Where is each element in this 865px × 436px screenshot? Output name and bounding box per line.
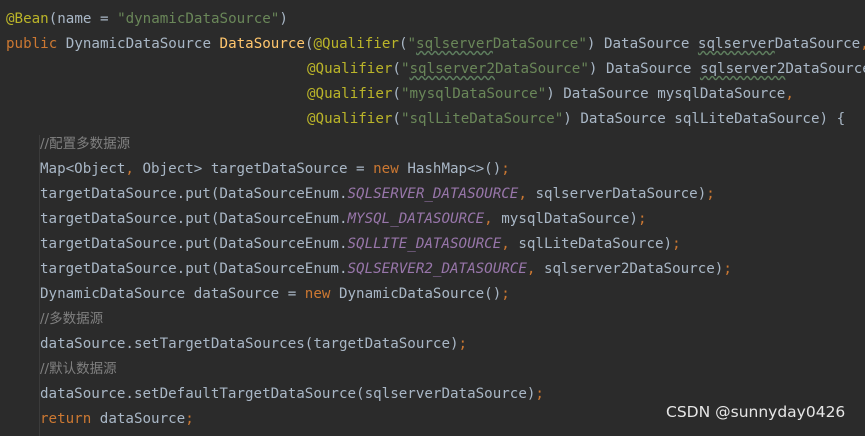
code-token: ,: [526, 261, 544, 277]
code-token: ;: [458, 336, 468, 352]
code-token: DataSource: [774, 36, 861, 52]
code-token: targetDataSource.put(DataSourceEnum.: [40, 186, 348, 202]
code-line-13[interactable]: //多数据源: [40, 307, 103, 332]
code-line-3[interactable]: @Qualifier(" sqlserver2 DataSource") DataS…: [307, 57, 865, 82]
code-line-12[interactable]: DynamicDataSource dataSource = new Dynam…: [40, 282, 510, 307]
code-token: targetDataSource.put(DataSourceEnum.: [40, 211, 348, 227]
code-token: SQLSERVER2_DATASOURCE: [347, 261, 527, 277]
code-token: ,: [518, 186, 536, 202]
code-token: ,: [860, 32, 865, 57]
watermark-text: CSDN @sunnyday0426: [666, 403, 846, 421]
code-token: sqlserver2: [409, 61, 495, 77]
code-token: ,: [501, 236, 519, 252]
code-token: sqlserver2: [699, 61, 786, 77]
code-line-1[interactable]: @Bean (name = "dynamicDataSource"): [6, 7, 288, 32]
code-line-2[interactable]: public DynamicDataSource DataSource(@Qua…: [6, 32, 865, 57]
code-line-16[interactable]: dataSource.setDefaultTargetDataSource(sq…: [40, 382, 544, 407]
code-token: ): [279, 11, 288, 27]
code-token: "dynamicDataSource": [117, 11, 280, 27]
code-editor[interactable]: @Bean (name = "dynamicDataSource") public…: [0, 0, 865, 436]
code-token: ) DataSource sqlLiteDataSource) {: [563, 111, 846, 127]
code-line-9[interactable]: targetDataSource.put(DataSourceEnum. MYSQ…: [40, 207, 646, 232]
code-token: sqlserver: [697, 36, 775, 52]
code-token: DataSource: [785, 61, 865, 77]
code-token: @Qualifier: [313, 36, 399, 52]
code-token: (: [304, 36, 314, 52]
code-token: DynamicDataSource dataSource =: [40, 286, 305, 302]
code-token: ) DataSource mysqlDataSource: [546, 86, 786, 102]
code-token: mysqlDataSource): [501, 211, 638, 227]
code-token: (: [392, 61, 401, 77]
code-token: (: [398, 36, 408, 52]
code-line-5[interactable]: @Qualifier("sqlLiteDataSource") DataSour…: [307, 107, 845, 132]
code-token: sqlserver2DataSource): [543, 261, 724, 277]
code-token: ;: [185, 411, 194, 427]
code-token: ,: [785, 86, 794, 102]
code-token: targetDataSource.put(DataSourceEnum.: [40, 236, 348, 252]
code-token: ;: [637, 211, 647, 227]
code-token: (: [392, 111, 401, 127]
code-token: ,: [484, 211, 502, 227]
code-token: DataSource": [492, 36, 587, 52]
code-token: SQLSERVER_DATASOURCE: [347, 186, 519, 202]
code-token: ;: [501, 161, 510, 177]
code-token: ": [400, 61, 410, 77]
code-token: //多数据源: [40, 311, 104, 327]
code-token: targetDataSource.put(DataSourceEnum.: [40, 261, 348, 277]
code-token: @Qualifier: [307, 111, 393, 127]
code-token: sqlserver: [416, 36, 493, 52]
code-token: ) DataSource: [586, 36, 698, 52]
code-token: HashMap<>(): [407, 161, 502, 177]
code-token: dataSource.setTargetDataSources(targetDa…: [40, 336, 459, 352]
code-token: Object> targetDataSource =: [142, 161, 374, 177]
code-token: ,: [125, 161, 143, 177]
code-token: return: [40, 411, 100, 427]
code-token: dataSource: [99, 411, 186, 427]
code-line-11[interactable]: targetDataSource.put(DataSourceEnum. SQLS…: [40, 257, 732, 282]
code-token: "sqlLiteDataSource": [400, 111, 564, 127]
code-token: MYSQL_DATASOURCE: [347, 211, 485, 227]
code-token: ) DataSource: [588, 61, 700, 77]
code-line-7[interactable]: Map<Object, Object> targetDataSource = n…: [40, 157, 510, 182]
code-token: ;: [535, 386, 544, 402]
code-token: "mysqlDataSource": [400, 86, 547, 102]
code-token: ;: [501, 286, 510, 302]
code-token: @Qualifier: [307, 61, 393, 77]
code-line-17[interactable]: return dataSource;: [40, 407, 194, 432]
code-token: ": [407, 36, 417, 52]
code-token: ;: [706, 186, 715, 202]
code-line-14[interactable]: dataSource.setTargetDataSources(targetDa…: [40, 332, 467, 357]
code-token: dataSource.setDefaultTargetDataSource(sq…: [40, 386, 536, 402]
code-token: ;: [672, 236, 681, 252]
code-token: ;: [723, 261, 732, 277]
code-line-4[interactable]: @Qualifier("mysqlDataSource") DataSource…: [307, 82, 794, 107]
code-token: DynamicDataSource(): [338, 286, 502, 302]
code-token: DataSource": [494, 61, 589, 77]
code-token: //配置多数据源: [40, 136, 131, 152]
code-token: new: [373, 161, 408, 177]
code-line-10[interactable]: targetDataSource.put(DataSourceEnum. SQLL…: [40, 232, 681, 257]
code-line-8[interactable]: targetDataSource.put(DataSourceEnum. SQLS…: [40, 182, 715, 207]
code-token: //默认数据源: [40, 361, 117, 377]
code-token: SQLLITE_DATASOURCE: [347, 236, 502, 252]
code-token: sqlLiteDataSource): [518, 236, 673, 252]
code-token: DynamicDataSource: [65, 36, 220, 52]
code-token: public: [6, 36, 66, 52]
code-token: new: [304, 286, 339, 302]
code-token: @Qualifier: [307, 86, 393, 102]
code-line-15[interactable]: //默认数据源: [40, 357, 117, 382]
code-token: DataSource: [219, 36, 305, 52]
code-token: (name =: [48, 11, 118, 27]
code-token: sqlserverDataSource): [535, 186, 707, 202]
code-token: @Bean: [6, 11, 49, 27]
code-token: (: [392, 86, 401, 102]
code-line-6[interactable]: //配置多数据源: [40, 132, 130, 157]
code-token: Map<Object: [40, 161, 126, 177]
